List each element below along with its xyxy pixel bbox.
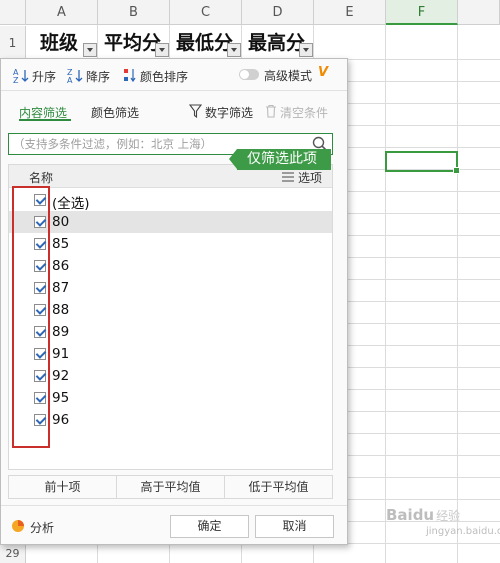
analyze-button[interactable]: 分析	[11, 519, 54, 536]
filter-value-label: 80	[52, 214, 70, 230]
checkbox-checked[interactable]	[34, 238, 46, 250]
column-header-d[interactable]: D	[242, 0, 314, 25]
filter-value-item[interactable]: 95	[9, 387, 332, 409]
color-sort-icon	[123, 67, 137, 86]
filter-footer: 分析 确定 取消	[1, 505, 347, 544]
color-sort-button[interactable]: 颜色排序	[123, 67, 188, 86]
checkbox-checked[interactable]	[34, 260, 46, 272]
checkbox-checked[interactable]	[34, 304, 46, 316]
filter-value-label: 91	[52, 346, 70, 362]
filter-value-label: 85	[52, 236, 70, 252]
sort-asc-button[interactable]: AZ 升序	[13, 67, 56, 86]
row-header-29[interactable]: 29	[0, 545, 26, 563]
funnel-icon	[188, 104, 203, 121]
vip-badge-icon: V	[318, 65, 329, 80]
row-header[interactable]: 1	[0, 26, 26, 60]
filter-value-label: 96	[52, 412, 70, 428]
cancel-button[interactable]: 取消	[255, 515, 334, 538]
checkbox-checked[interactable]	[34, 282, 46, 294]
filter-dropdown-c[interactable]	[227, 43, 241, 57]
checkbox-checked[interactable]	[34, 392, 46, 404]
filter-value-item[interactable]: 88	[9, 299, 332, 321]
number-filter-label: 数字筛选	[205, 106, 254, 120]
column-header-c[interactable]: C	[170, 0, 242, 25]
only-filter-this-tag[interactable]: 仅筛选此项	[229, 149, 331, 170]
list-options-button[interactable]: 选项	[281, 169, 322, 186]
column-header-b[interactable]: B	[98, 0, 170, 25]
color-sort-label: 颜色排序	[140, 70, 189, 84]
sort-asc-label: 升序	[32, 70, 57, 84]
checkbox-checked[interactable]	[34, 370, 46, 382]
trash-icon	[265, 104, 277, 121]
grid-line	[385, 25, 386, 563]
analyze-label: 分析	[30, 521, 55, 535]
active-tab-underline	[19, 119, 71, 121]
filter-value-label: 95	[52, 390, 70, 406]
checkbox-checked[interactable]	[34, 348, 46, 360]
column-header-g[interactable]	[458, 0, 500, 25]
list-options-label: 选项	[297, 171, 322, 185]
svg-text:Z: Z	[13, 76, 19, 83]
filter-value-item[interactable]: 80	[9, 211, 332, 233]
filter-value-label: 86	[52, 258, 70, 274]
filter-value-item[interactable]: 91	[9, 343, 332, 365]
menu-lines-icon	[281, 171, 294, 185]
cell-b1[interactable]: 平均分	[98, 26, 161, 60]
cell-a1[interactable]: 班级	[34, 26, 78, 60]
filter-dropdown-d[interactable]	[299, 43, 313, 57]
sort-asc-icon: AZ	[13, 67, 29, 86]
checkbox-checked[interactable]	[34, 216, 46, 228]
filter-dropdown-b[interactable]	[155, 43, 169, 57]
svg-text:A: A	[67, 76, 73, 83]
column-header-a[interactable]: A	[26, 0, 98, 25]
sort-desc-icon: ZA	[67, 67, 83, 86]
filter-value-item[interactable]: 92	[9, 365, 332, 387]
ok-button[interactable]: 确定	[170, 515, 249, 538]
filter-value-label: 92	[52, 368, 70, 384]
select-all-item[interactable]: (全选)	[9, 189, 332, 212]
checkbox-checked[interactable]	[34, 414, 46, 426]
filter-value-item[interactable]: 85	[9, 233, 332, 255]
list-header-name: 名称	[29, 171, 54, 185]
filter-value-label: (全选)	[52, 196, 90, 212]
filter-value-label: 89	[52, 324, 70, 340]
watermark-logo: Baidu	[386, 506, 435, 524]
filter-value-label: 88	[52, 302, 70, 318]
filter-dropdown-a[interactable]	[83, 43, 97, 57]
column-header-f[interactable]: F	[386, 0, 458, 25]
checkbox-checked[interactable]	[34, 194, 46, 206]
filter-value-label: 87	[52, 280, 70, 296]
filter-value-item[interactable]: 89	[9, 321, 332, 343]
filter-panel: AZ 升序 ZA 降序 颜色排序 高级模式 V 内容筛选 颜色筛选 数字筛选 清…	[0, 58, 348, 545]
quick-filter-bar: 前十项 高于平均值 低于平均值	[8, 475, 333, 499]
filter-value-item[interactable]: 96	[9, 409, 332, 431]
select-all-corner[interactable]	[0, 0, 26, 25]
sort-desc-label: 降序	[86, 70, 111, 84]
tab-color-filter[interactable]: 颜色筛选	[91, 104, 139, 121]
advanced-mode-label: 高级模式	[264, 69, 313, 83]
cell-d1[interactable]: 最高分	[242, 26, 305, 60]
sort-desc-button[interactable]: ZA 降序	[67, 67, 110, 86]
cell-c1[interactable]: 最低分	[170, 26, 233, 60]
clear-conditions-button[interactable]: 清空条件	[265, 104, 328, 121]
filter-value-list: 名称 选项 (全选) 80 85 86 87 88 89 91 92 95 96	[8, 164, 333, 470]
number-filter-button[interactable]: 数字筛选	[188, 104, 254, 121]
pie-chart-icon	[11, 519, 25, 536]
below-average-button[interactable]: 低于平均值	[225, 476, 332, 498]
clear-conditions-label: 清空条件	[280, 106, 329, 120]
filter-value-item[interactable]: 86	[9, 255, 332, 277]
watermark-sub: jingyan.baidu.com	[426, 526, 500, 537]
watermark-text: 经验	[436, 508, 461, 523]
filter-value-item[interactable]: 87	[9, 277, 332, 299]
above-average-button[interactable]: 高于平均值	[117, 476, 225, 498]
grid-line	[457, 25, 458, 563]
advanced-mode-toggle[interactable]	[239, 69, 259, 80]
watermark: Baidu 经验 jingyan.baidu.com	[386, 506, 500, 537]
checkbox-checked[interactable]	[34, 326, 46, 338]
selected-cell[interactable]	[385, 151, 460, 174]
top-ten-button[interactable]: 前十项	[9, 476, 117, 498]
filter-toolbar: AZ 升序 ZA 降序 颜色排序 高级模式 V	[1, 59, 347, 91]
column-header-e[interactable]: E	[314, 0, 386, 25]
